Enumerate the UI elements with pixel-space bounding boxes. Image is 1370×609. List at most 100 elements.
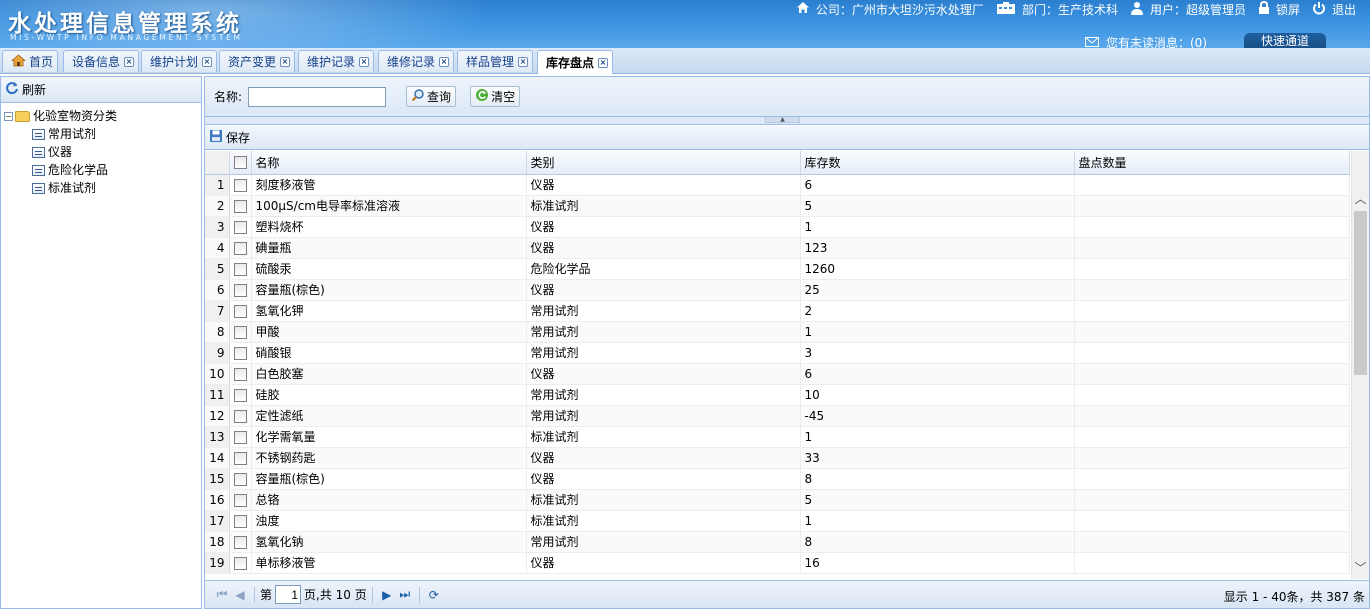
close-icon[interactable]: × bbox=[124, 56, 135, 67]
row-checkbox[interactable] bbox=[233, 472, 247, 486]
tab-inventory-check[interactable]: 库存盘点 × bbox=[537, 50, 614, 74]
tab-asset-change[interactable]: 资产变更 × bbox=[219, 50, 296, 72]
table-row[interactable]: 6 容量瓶(棕色) 仪器 25 bbox=[205, 279, 1350, 301]
table-row[interactable]: 3 塑料烧杯 仪器 1 bbox=[205, 216, 1350, 238]
tab-home[interactable]: 首页 bbox=[2, 50, 59, 72]
row-checkbox[interactable] bbox=[233, 304, 247, 318]
column-header-category[interactable]: 类别 bbox=[526, 151, 801, 175]
lock-link[interactable]: 锁屏 bbox=[1276, 1, 1300, 18]
row-checkbox[interactable] bbox=[233, 325, 247, 339]
column-header-name[interactable]: 名称 bbox=[251, 151, 527, 175]
row-checkbox[interactable] bbox=[233, 283, 247, 297]
next-page-icon[interactable]: ▶ bbox=[378, 588, 396, 602]
table-row[interactable]: 8 甲酸 常用试剂 1 bbox=[205, 321, 1350, 343]
row-count[interactable] bbox=[1074, 258, 1350, 280]
lock-icon[interactable] bbox=[1258, 0, 1270, 18]
row-checkbox[interactable] bbox=[233, 241, 247, 255]
save-button[interactable]: 保存 bbox=[226, 129, 250, 146]
row-count[interactable] bbox=[1074, 216, 1350, 238]
row-checkbox[interactable] bbox=[233, 178, 247, 192]
table-row[interactable]: 4 碘量瓶 仪器 123 bbox=[205, 237, 1350, 259]
row-count[interactable] bbox=[1074, 321, 1350, 343]
row-count[interactable] bbox=[1074, 174, 1350, 196]
row-count[interactable] bbox=[1074, 447, 1350, 469]
tab-maintenance-plan[interactable]: 维护计划 × bbox=[141, 50, 218, 72]
scroll-up-icon[interactable]: ︿ bbox=[1352, 191, 1369, 208]
close-icon[interactable]: × bbox=[280, 56, 291, 67]
row-checkbox[interactable] bbox=[233, 220, 247, 234]
row-count[interactable] bbox=[1074, 531, 1350, 553]
tab-device-info[interactable]: 设备信息 × bbox=[63, 50, 140, 72]
grid-scrollbar[interactable]: ︿ ﹀ bbox=[1351, 151, 1369, 579]
tree-item[interactable]: 危险化学品 bbox=[4, 161, 201, 179]
refresh-icon[interactable] bbox=[5, 81, 19, 98]
row-count[interactable] bbox=[1074, 489, 1350, 511]
row-count[interactable] bbox=[1074, 552, 1350, 574]
table-row[interactable]: 12 定性滤纸 常用试剂 -45 bbox=[205, 405, 1350, 427]
prev-page-icon[interactable]: ◀ bbox=[231, 588, 249, 602]
tab-maintenance-record[interactable]: 维护记录 × bbox=[298, 50, 375, 72]
row-checkbox[interactable] bbox=[233, 556, 247, 570]
row-count[interactable] bbox=[1074, 237, 1350, 259]
table-row[interactable]: 19 单标移液管 仪器 16 bbox=[205, 552, 1350, 574]
column-header-stock[interactable]: 库存数 bbox=[800, 151, 1075, 175]
row-checkbox[interactable] bbox=[233, 388, 247, 402]
row-count[interactable] bbox=[1074, 405, 1350, 427]
row-checkbox[interactable] bbox=[233, 493, 247, 507]
table-row[interactable]: 10 白色胶塞 仪器 6 bbox=[205, 363, 1350, 385]
select-all-checkbox[interactable] bbox=[233, 156, 247, 170]
row-checkbox[interactable] bbox=[233, 451, 247, 465]
tab-sample-management[interactable]: 样品管理 × bbox=[457, 50, 534, 72]
quick-access-button[interactable]: 快速通道 bbox=[1244, 33, 1326, 48]
clear-button[interactable]: 清空 bbox=[470, 86, 521, 107]
row-count[interactable] bbox=[1074, 342, 1350, 364]
table-row[interactable]: 16 总铬 标准试剂 5 bbox=[205, 489, 1350, 511]
row-count[interactable] bbox=[1074, 426, 1350, 448]
table-row[interactable]: 13 化学需氧量 标准试剂 1 bbox=[205, 426, 1350, 448]
row-checkbox[interactable] bbox=[233, 199, 247, 213]
last-page-icon[interactable]: ⏭ bbox=[396, 587, 414, 602]
row-count[interactable] bbox=[1074, 195, 1350, 217]
refresh-button[interactable]: 刷新 bbox=[22, 81, 46, 98]
row-count[interactable] bbox=[1074, 510, 1350, 532]
row-checkbox[interactable] bbox=[233, 430, 247, 444]
tab-repair-record[interactable]: 维修记录 × bbox=[378, 50, 455, 72]
reload-icon[interactable]: ⟳ bbox=[425, 588, 443, 602]
close-icon[interactable]: × bbox=[598, 57, 609, 68]
row-count[interactable] bbox=[1074, 384, 1350, 406]
row-checkbox[interactable] bbox=[233, 535, 247, 549]
row-checkbox[interactable] bbox=[233, 514, 247, 528]
name-input[interactable] bbox=[248, 86, 387, 107]
tree-item[interactable]: 标准试剂 bbox=[4, 179, 201, 197]
table-row[interactable]: 7 氢氧化钾 常用试剂 2 bbox=[205, 300, 1350, 322]
row-checkbox[interactable] bbox=[233, 346, 247, 360]
close-icon[interactable]: × bbox=[518, 56, 529, 67]
close-icon[interactable]: × bbox=[202, 56, 213, 67]
collapse-arrow-icon[interactable]: ▲ bbox=[765, 117, 800, 123]
table-row[interactable]: 5 硫酸汞 危险化学品 1260 bbox=[205, 258, 1350, 280]
close-icon[interactable]: × bbox=[439, 56, 450, 67]
home-icon[interactable] bbox=[796, 1, 810, 17]
first-page-icon[interactable]: ⏮ bbox=[213, 587, 231, 602]
table-row[interactable]: 14 不锈钢药匙 仪器 33 bbox=[205, 447, 1350, 469]
close-icon[interactable]: × bbox=[359, 56, 370, 67]
tree-item[interactable]: 仪器 bbox=[4, 143, 201, 161]
table-row[interactable]: 15 容量瓶(棕色) 仪器 8 bbox=[205, 468, 1350, 490]
unread-messages[interactable]: 您有未读消息：(0) bbox=[1085, 34, 1207, 48]
row-count[interactable] bbox=[1074, 468, 1350, 490]
table-row[interactable]: 2 100μS/cm电导率标准溶液 标准试剂 5 bbox=[205, 195, 1350, 217]
row-count[interactable] bbox=[1074, 279, 1350, 301]
table-row[interactable]: 9 硝酸银 常用试剂 3 bbox=[205, 342, 1350, 364]
power-icon[interactable] bbox=[1312, 1, 1326, 18]
column-header-count[interactable]: 盘点数量 bbox=[1074, 151, 1350, 175]
row-checkbox[interactable] bbox=[233, 367, 247, 381]
panel-splitter[interactable]: ▲ bbox=[205, 117, 1369, 125]
row-checkbox[interactable] bbox=[233, 409, 247, 423]
table-row[interactable]: 17 浊度 标准试剂 1 bbox=[205, 510, 1350, 532]
row-count[interactable] bbox=[1074, 363, 1350, 385]
query-button[interactable]: 查询 bbox=[406, 86, 457, 107]
scroll-down-icon[interactable]: ﹀ bbox=[1352, 560, 1369, 577]
tree-root[interactable]: − 化验室物资分类 bbox=[4, 107, 201, 125]
table-row[interactable]: 18 氢氧化钠 常用试剂 8 bbox=[205, 531, 1350, 553]
row-count[interactable] bbox=[1074, 300, 1350, 322]
